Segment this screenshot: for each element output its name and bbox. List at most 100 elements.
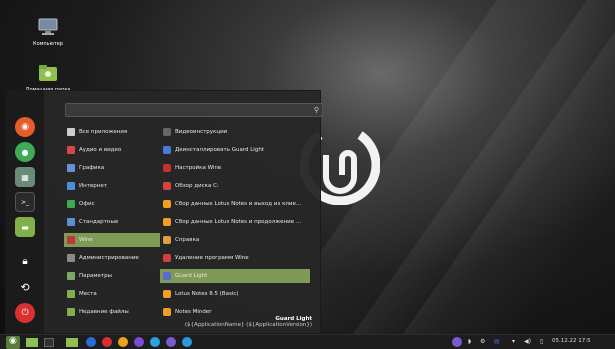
category-label: Графика (79, 165, 105, 171)
category-label: Офис (79, 201, 95, 207)
favorite-settings[interactable]: ▦ (15, 167, 35, 187)
category-grid[interactable]: Все приложения (67, 125, 159, 139)
clock[interactable]: 05.12.22 17:5 (552, 338, 591, 344)
terminal-icon: >_ (20, 198, 30, 206)
app-item[interactable]: Сбор данных Lotus Notes и продолжение ..… (163, 215, 311, 229)
category-media[interactable]: Аудио и видео (67, 143, 159, 157)
network-tray-icon[interactable]: ⚙ (480, 338, 485, 345)
notes-minder-icon (163, 308, 171, 316)
menu-button[interactable]: ◉ (6, 336, 20, 349)
desktop-icon-label: Компьютер (33, 41, 63, 47)
app-label: Сбор данных Lotus Notes и выход из клие.… (175, 201, 302, 207)
media-icon (67, 146, 75, 154)
app-label: Деинсталлировать Guard Light (175, 147, 264, 153)
app-item[interactable]: Удаление программ Wine (163, 251, 311, 265)
category-settings[interactable]: Параметры (67, 269, 159, 283)
skype-launcher[interactable] (150, 337, 160, 347)
application-menu: ◉ ● ▦ >_ ▬ 🔒︎ ⟲ ⏻ ⚲ Все приложения Аудио … (5, 90, 323, 334)
app-item[interactable]: Видеоинструкции (163, 125, 311, 139)
category-admin[interactable]: Администрирование (67, 251, 159, 265)
app-item[interactable]: Настройка Wine (163, 161, 311, 175)
favorite-files[interactable]: ▬ (15, 217, 35, 237)
app-label: Видеоинструкции (175, 129, 228, 135)
desktop-icon-computer[interactable]: Компьютер (18, 18, 78, 47)
volume-tray-icon[interactable]: ◀) (524, 338, 531, 345)
category-label: Wine (79, 237, 93, 243)
desktop-icon-home[interactable]: Домашняя папка (18, 64, 78, 93)
logout-icon: ⟲ (20, 280, 30, 294)
lock-button[interactable]: 🔒︎ (15, 251, 35, 271)
wine-config-icon (163, 164, 171, 172)
favorites-bar: ◉ ● ▦ >_ ▬ 🔒︎ ⟲ ⏻ (6, 91, 44, 333)
category-label: Интернет (79, 183, 107, 189)
category-label: Администрирование (79, 255, 139, 261)
help-icon (163, 236, 171, 244)
favorite-software[interactable]: ● (15, 142, 35, 162)
browser-launcher[interactable] (86, 337, 96, 347)
app-label: Настройка Wine (175, 165, 222, 171)
app-item[interactable]: Справка (163, 233, 311, 247)
yandex-launcher[interactable] (102, 337, 112, 347)
graphics-icon (67, 164, 75, 172)
viber-tray-icon[interactable] (452, 337, 462, 347)
video-icon (163, 128, 171, 136)
app-label: Сбор данных Lotus Notes и продолжение ..… (175, 219, 302, 225)
files-launcher[interactable] (66, 338, 78, 347)
accessories-icon (67, 218, 75, 226)
recent-icon (67, 308, 75, 316)
folder-icon: ▬ (21, 222, 29, 232)
category-internet[interactable]: Интернет (67, 179, 159, 193)
app-item[interactable]: Деинсталлировать Guard Light (163, 143, 311, 157)
wifi-tray-icon[interactable]: ▾ (512, 338, 515, 345)
category-label: Недавние файлы (79, 309, 129, 315)
logout-button[interactable]: ⟲ (15, 277, 35, 297)
lotus-icon (163, 290, 171, 298)
telegram-launcher[interactable] (182, 337, 192, 347)
uninstall-icon (163, 146, 171, 154)
category-label: Аудио и видео (79, 147, 122, 153)
category-graphics[interactable]: Графика (67, 161, 159, 175)
search-field[interactable]: ⚲ (65, 103, 323, 124)
internet-icon (67, 182, 75, 190)
wine-icon (67, 236, 75, 244)
shield-tray-icon[interactable]: ◗ (468, 338, 471, 345)
app-info-description: (${ApplicationName} (${ApplicationVersio… (184, 322, 312, 328)
category-accessories[interactable]: Стандартные (67, 215, 159, 229)
app-item[interactable]: Сбор данных Lotus Notes и выход из клие.… (163, 197, 311, 211)
battery-tray-icon[interactable]: ▯ (540, 338, 543, 345)
app-item[interactable]: Guard Light (160, 269, 310, 283)
lock-icon: 🔒︎ (22, 255, 28, 267)
app-item[interactable]: Обзор диска C: (163, 179, 311, 193)
app-item[interactable]: Lotus Notes 8.5 (Basic) (163, 287, 311, 301)
computer-icon (38, 18, 58, 35)
category-office[interactable]: Офис (67, 197, 159, 211)
software-manager-icon: ● (21, 147, 29, 157)
terminal-launcher[interactable] (44, 338, 54, 347)
category-label: Места (79, 291, 97, 297)
shutdown-button[interactable]: ⏻ (15, 303, 35, 323)
viber-launcher[interactable] (166, 337, 176, 347)
category-recent[interactable]: Недавние файлы (67, 305, 159, 319)
category-label: Параметры (79, 273, 112, 279)
search-input[interactable] (66, 111, 322, 124)
show-desktop-button[interactable] (26, 338, 38, 347)
category-label: Все приложения (79, 129, 128, 135)
category-places[interactable]: Места (67, 287, 159, 301)
favorite-firefox[interactable]: ◉ (15, 117, 35, 137)
search-icon: ⚲ (313, 106, 319, 114)
taskbar: ◉ ◗ ⚙ ▤ ▾ ◀) ▯ 05.12.22 17:5 (0, 334, 615, 349)
app-label: Обзор диска C: (175, 183, 219, 189)
settings-icon (67, 272, 75, 280)
favorite-terminal[interactable]: >_ (15, 192, 35, 212)
app-launcher-4[interactable] (134, 337, 144, 347)
lotus-icon (163, 200, 171, 208)
guard-light-icon (163, 272, 171, 280)
category-wine[interactable]: Wine (64, 233, 160, 247)
app-launcher-3[interactable] (118, 337, 128, 347)
category-label: Стандартные (79, 219, 119, 225)
system-settings-icon: ▦ (21, 172, 29, 182)
office-icon (67, 200, 75, 208)
app-info: Guard Light (${ApplicationName} (${Appli… (185, 316, 312, 328)
keyboard-layout-flag[interactable]: ▤ (494, 338, 500, 345)
places-icon (67, 290, 75, 298)
